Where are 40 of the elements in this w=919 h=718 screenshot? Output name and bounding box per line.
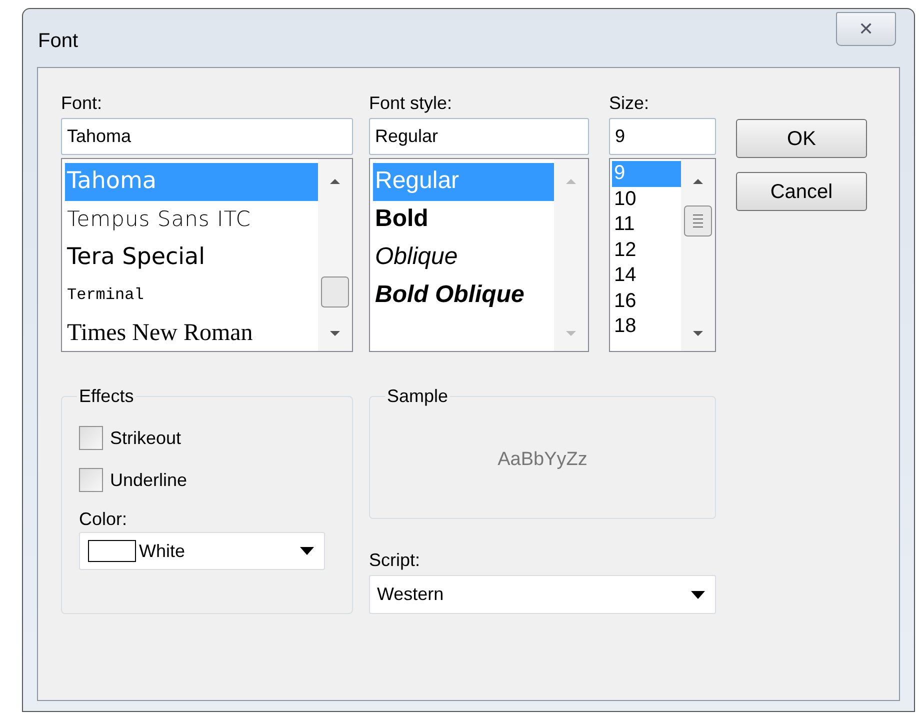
checkbox-label: Underline bbox=[110, 468, 188, 492]
dropdown-arrow-icon bbox=[691, 590, 705, 598]
size-list-item[interactable]: 11 bbox=[612, 212, 681, 238]
script-dropdown[interactable]: Western bbox=[369, 575, 716, 614]
font-style-list-item[interactable]: Oblique bbox=[373, 239, 554, 277]
font-label: Font: bbox=[61, 92, 104, 115]
script-value: Western bbox=[377, 583, 445, 606]
size-input-field[interactable]: 9 bbox=[609, 118, 716, 155]
checkbox-label: Strikeout bbox=[110, 426, 182, 450]
font-list-item[interactable]: Terminal bbox=[65, 277, 318, 315]
scrollbar[interactable] bbox=[318, 159, 352, 351]
font-style-label: Font style: bbox=[369, 92, 454, 115]
checkbox[interactable] bbox=[79, 426, 103, 450]
size-list-item[interactable]: 12 bbox=[612, 238, 681, 263]
color-label: Color: bbox=[79, 508, 128, 531]
color-dropdown[interactable]: White bbox=[79, 532, 325, 570]
color-value: White bbox=[139, 540, 186, 562]
size-list-item[interactable]: 18 bbox=[612, 314, 681, 340]
size-list-item[interactable]: 16 bbox=[612, 288, 681, 314]
font-list-item[interactable]: Tera Special bbox=[65, 239, 318, 277]
font-input-field[interactable]: Tahoma bbox=[61, 118, 353, 155]
sample-text: AaBbYyZz bbox=[498, 448, 588, 472]
scrollbar[interactable] bbox=[554, 159, 588, 351]
close-button[interactable]: ✕ bbox=[836, 12, 896, 46]
dropdown-arrow-icon bbox=[300, 547, 314, 555]
script-label: Script: bbox=[369, 549, 422, 572]
font-list-item[interactable]: Tempus Sans ITC bbox=[65, 201, 318, 239]
font-style-list-item[interactable]: Bold bbox=[373, 201, 554, 239]
ok-button[interactable]: OK bbox=[736, 119, 867, 158]
font-style-list-item[interactable]: Bold Oblique bbox=[373, 277, 554, 315]
sample-group-title: Sample bbox=[385, 386, 450, 406]
scrollbar[interactable] bbox=[681, 159, 715, 351]
font-style-input-field[interactable]: Regular bbox=[369, 118, 589, 155]
size-label: Size: bbox=[609, 92, 650, 115]
checkbox[interactable] bbox=[79, 468, 103, 492]
size-list-item[interactable]: 10 bbox=[612, 186, 681, 212]
size-list-item[interactable]: 14 bbox=[612, 263, 681, 288]
window-title: Font bbox=[38, 29, 78, 54]
cancel-button[interactable]: Cancel bbox=[736, 172, 867, 211]
font-list-item[interactable]: Times New Roman bbox=[65, 315, 318, 353]
